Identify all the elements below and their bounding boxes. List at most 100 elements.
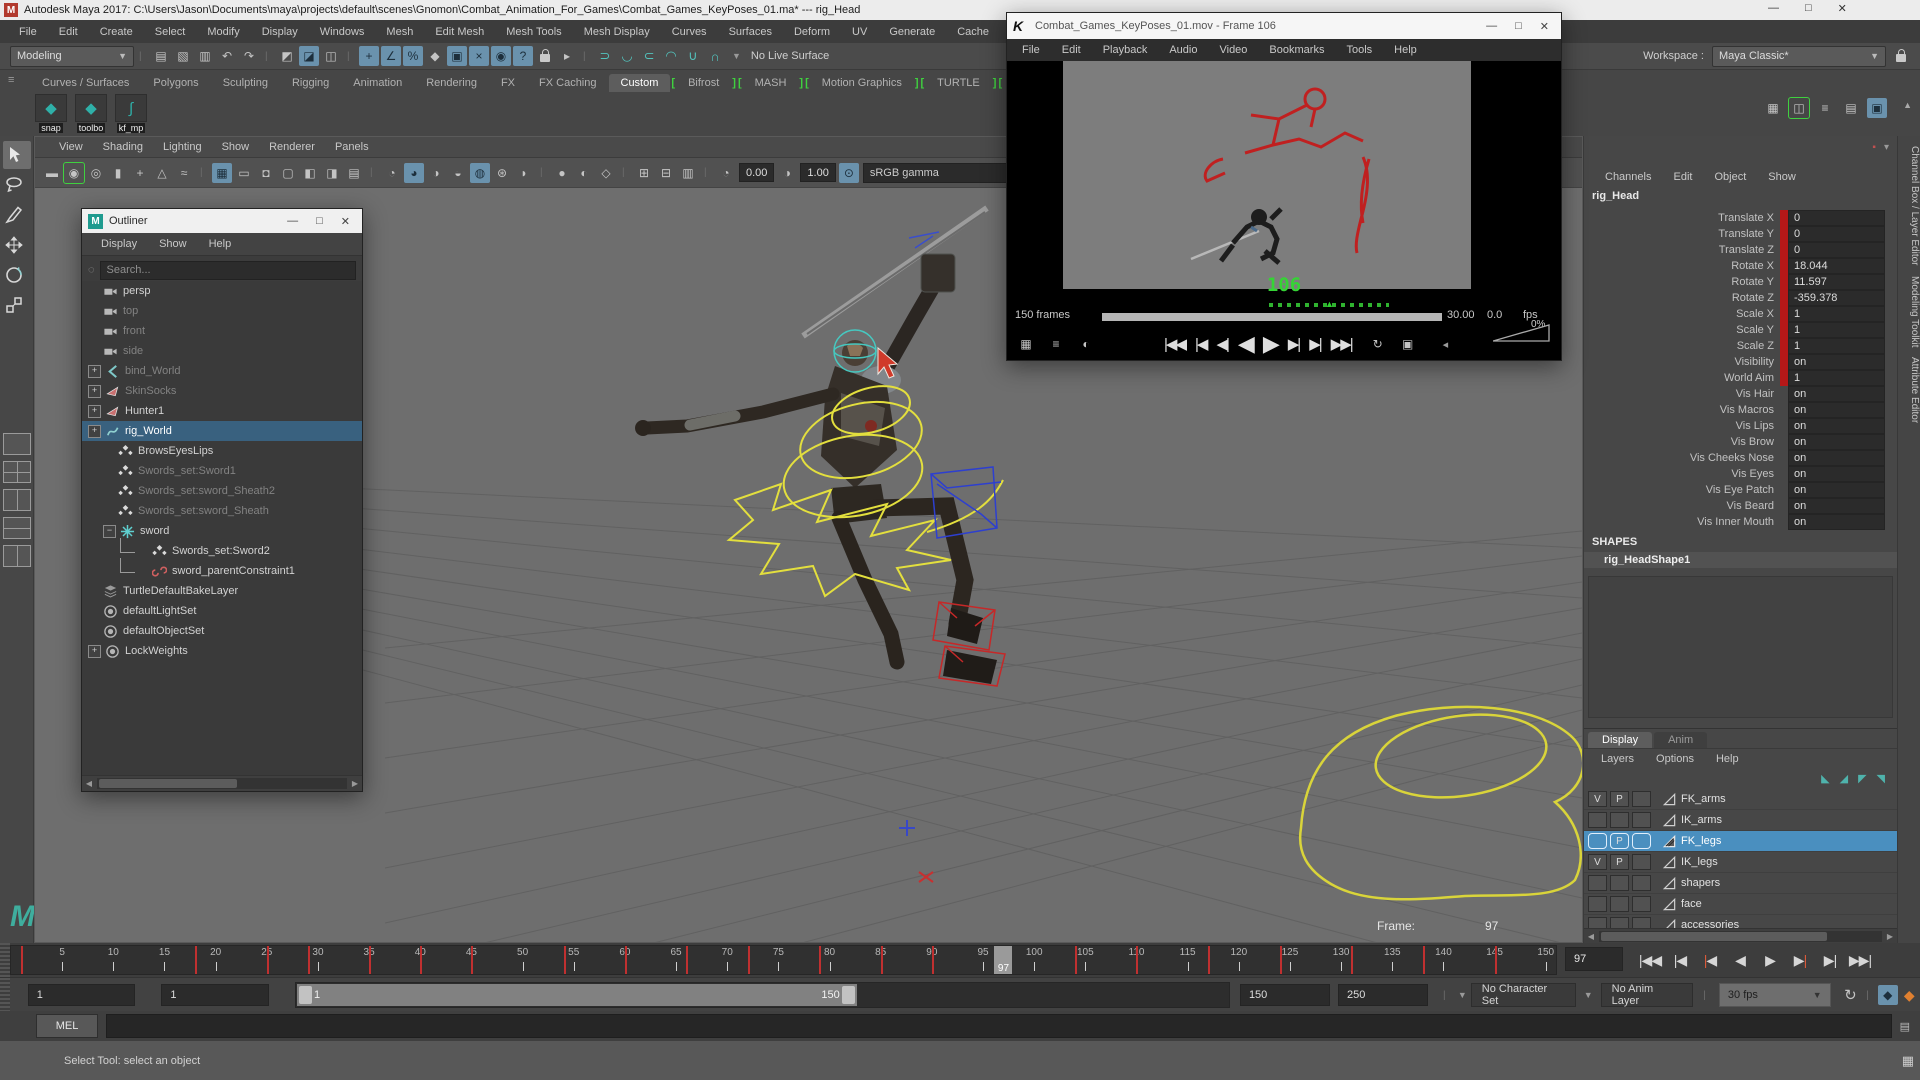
channel-attr-value[interactable]: 11.597 — [1788, 274, 1885, 290]
undo-icon[interactable]: ↶ — [217, 46, 237, 66]
layer-visibility-box[interactable]: V — [1588, 854, 1607, 870]
range-grip[interactable] — [0, 978, 10, 1012]
snap-surface-icon[interactable]: ▣ — [447, 46, 467, 66]
snap-center-icon[interactable]: ◆ — [425, 46, 445, 66]
channel-attr-vis-hair[interactable]: Vis Hairon — [1584, 386, 1897, 402]
layer-display-box[interactable] — [1632, 875, 1651, 891]
plugin-filter-icon[interactable]: ⊟ — [656, 163, 676, 183]
lights-icon[interactable]: ◒ — [448, 163, 468, 183]
player-menu-edit[interactable]: Edit — [1051, 44, 1092, 56]
outliner-item-top[interactable]: top — [82, 301, 362, 321]
shelf-menu-icon[interactable]: ≡ — [8, 74, 14, 86]
go-to-end-button[interactable]: ▶▶| — [1331, 335, 1352, 353]
channel-attr-value[interactable]: 0 — [1788, 226, 1885, 242]
command-language-toggle[interactable]: MEL — [36, 1014, 98, 1038]
layer-row-shapers[interactable]: shapers — [1584, 873, 1897, 894]
next-bookmark-button[interactable]: ▶| — [1309, 335, 1320, 353]
character-controls-icon[interactable]: ◫ — [1789, 98, 1809, 118]
outliner-item-defaultLightSet[interactable]: defaultLightSet — [82, 601, 362, 621]
open-scene-icon[interactable]: ▧ — [173, 46, 193, 66]
highlight-selection-icon[interactable]: ▸ — [557, 46, 577, 66]
expand-toggle-icon[interactable]: + — [88, 365, 101, 378]
chevron-down-icon[interactable]: ▼ — [1584, 990, 1593, 1000]
bookmark-icon[interactable]: ▮ — [108, 163, 128, 183]
channel-attr-value[interactable]: on — [1788, 386, 1885, 402]
panel-menu-icon[interactable]: ▾ — [1884, 142, 1889, 153]
menu-uv[interactable]: UV — [841, 26, 878, 38]
close-button[interactable]: ✕ — [1838, 2, 1847, 20]
layout-four-pane[interactable] — [3, 461, 31, 483]
player-menu-playback[interactable]: Playback — [1092, 44, 1159, 56]
channel-attr-rotate-x[interactable]: Rotate X18.044 — [1584, 258, 1897, 274]
layer-playback-box[interactable] — [1610, 896, 1629, 912]
panel-menu-shading[interactable]: Shading — [93, 141, 153, 153]
snap-grid-icon[interactable]: + — [359, 46, 379, 66]
play-backwards-button[interactable]: ◀ — [1725, 952, 1755, 969]
exposure-field[interactable]: 0.00 — [739, 163, 774, 182]
outliner-item-Swords-set-Sword1[interactable]: Swords_set:Sword1 — [82, 461, 362, 481]
divider[interactable]: | — [583, 46, 589, 66]
selected-node-name[interactable]: rig_Head — [1592, 190, 1639, 202]
snap-align-icon[interactable]: × — [469, 46, 489, 66]
wireframe-icon[interactable]: ◔ — [382, 163, 402, 183]
shape-node-name[interactable]: rig_HeadShape1 — [1584, 552, 1897, 568]
layer-playback-box[interactable]: P — [1610, 854, 1629, 870]
lock-camera-icon[interactable]: ◉ — [64, 163, 84, 183]
xray-icon[interactable]: ◇ — [596, 163, 616, 183]
outliner-item-TurtleDefaultBakeLayer[interactable]: TurtleDefaultBakeLayer — [82, 581, 362, 601]
isolate-select-icon[interactable]: ⊞ — [634, 163, 654, 183]
current-frame-field[interactable]: 97 — [1565, 947, 1623, 971]
quick-help-icon[interactable]: ? — [513, 46, 533, 66]
channel-attr-vis-eye-patch[interactable]: Vis Eye Patchon — [1584, 482, 1897, 498]
shelf-tab-fx-caching[interactable]: FX Caching — [527, 74, 608, 92]
image-plane-icon[interactable]: + — [130, 163, 150, 183]
thumbnail-view-icon[interactable]: ▦ — [1016, 334, 1036, 354]
menu-display[interactable]: Display — [251, 26, 309, 38]
play-forwards-button[interactable]: ▶ — [1755, 952, 1785, 969]
go-to-start-button[interactable]: |◀◀ — [1635, 952, 1665, 969]
divider[interactable]: | — [347, 46, 353, 66]
layout-split-bottom[interactable] — [3, 517, 31, 539]
command-input[interactable] — [106, 1014, 1892, 1038]
channel-attr-vis-beard[interactable]: Vis Beardon — [1584, 498, 1897, 514]
scroll-right-icon[interactable]: ▶ — [348, 779, 362, 788]
maximize-button[interactable]: □ — [1805, 2, 1812, 20]
layer-display-box[interactable] — [1632, 791, 1651, 807]
outliner-item-SkinSocks[interactable]: +SkinSocks — [82, 381, 362, 401]
shelf-tab-custom[interactable]: Custom — [609, 74, 671, 92]
sidebar-tab-modeling-toolkit[interactable]: Modeling Toolkit — [1898, 276, 1920, 348]
menu-set-selector[interactable]: Modeling▼ — [10, 46, 134, 67]
depth-peel-icon[interactable]: ◐ — [574, 163, 594, 183]
player-menu-tools[interactable]: Tools — [1335, 44, 1383, 56]
layer-editor-tab-anim[interactable]: Anim — [1654, 732, 1707, 748]
outliner-menu-show[interactable]: Show — [148, 238, 198, 250]
channel-attr-value[interactable]: on — [1788, 514, 1885, 530]
menu-edit[interactable]: Edit — [48, 26, 89, 38]
playback-start-field[interactable]: 1 — [161, 984, 269, 1006]
outliner-item-bind-World[interactable]: +bind_World — [82, 361, 362, 381]
color-palette-icon[interactable]: ◐ — [1076, 334, 1096, 354]
outliner-hscrollbar[interactable]: ◀ ▶ — [82, 775, 362, 791]
scale-tool[interactable] — [3, 291, 31, 319]
layer-row-face[interactable]: face — [1584, 894, 1897, 915]
shelf-tab-bifrost[interactable]: Bifrost — [676, 74, 731, 92]
pin-channel-box-icon[interactable]: ▪ — [1872, 142, 1876, 153]
rotate-tool[interactable] — [3, 261, 31, 289]
viewport-settings-icon[interactable]: ▥ — [678, 163, 698, 183]
range-start-handle[interactable] — [299, 986, 312, 1004]
exposure-icon[interactable]: ◔ — [716, 163, 736, 183]
gamma-field[interactable]: 1.00 — [800, 163, 835, 182]
time-slider-grip[interactable] — [0, 943, 10, 977]
select-hierarchy-icon[interactable]: ◩ — [277, 46, 297, 66]
scroll-left-icon[interactable]: ◀ — [82, 779, 96, 788]
motion-blur-icon[interactable]: ◗ — [514, 163, 534, 183]
screen-space-ao-icon[interactable]: ⊛ — [492, 163, 512, 183]
outliner-window[interactable]: M Outliner — □ ✕ DisplayShowHelp ◌ Searc… — [81, 208, 363, 792]
step-forward-frame-button[interactable]: ▶| — [1815, 952, 1845, 969]
outliner-menu-display[interactable]: Display — [90, 238, 148, 250]
panel-menu-lighting[interactable]: Lighting — [153, 141, 212, 153]
player-menu-video[interactable]: Video — [1208, 44, 1258, 56]
outliner-item-persp[interactable]: persp — [82, 281, 362, 301]
panel-menu-panels[interactable]: Panels — [325, 141, 379, 153]
loop-playback-icon[interactable]: ↻ — [1841, 985, 1861, 1005]
